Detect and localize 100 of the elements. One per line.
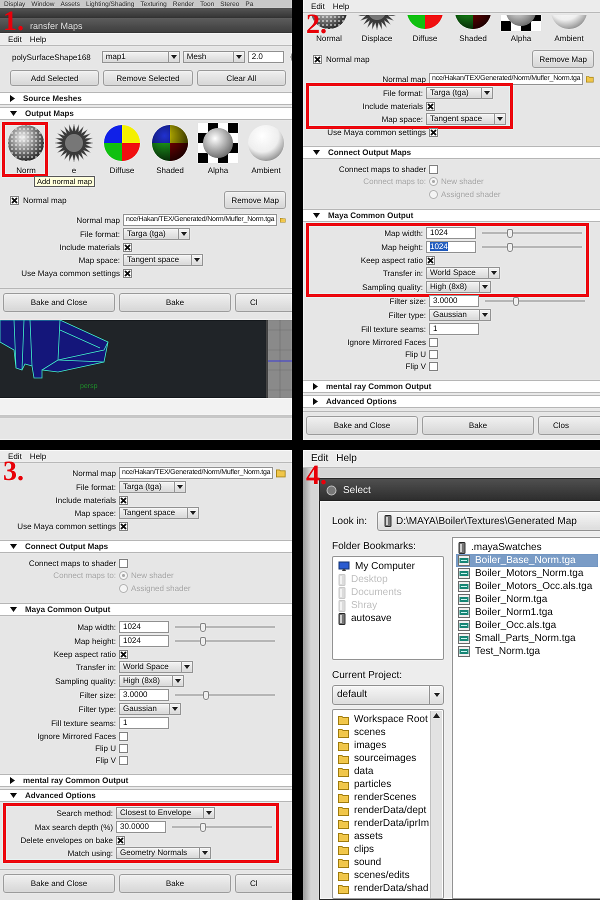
number-field[interactable]: 2.0 bbox=[248, 51, 284, 63]
folder-item[interactable]: scenes bbox=[336, 726, 388, 739]
file-item[interactable]: Boiler_Motors_Norm.tga bbox=[456, 567, 586, 580]
number-field[interactable]: 3.0000 bbox=[429, 295, 479, 307]
dropdown[interactable]: Tangent space bbox=[123, 254, 204, 266]
dropdown[interactable]: Tangent space bbox=[426, 113, 506, 125]
bookmark-item[interactable]: My Computer bbox=[336, 560, 418, 573]
folder-item[interactable]: images bbox=[336, 739, 388, 752]
checkbox[interactable] bbox=[119, 650, 128, 658]
displace-map-icon[interactable] bbox=[357, 15, 397, 31]
section-header[interactable]: Maya Common Output bbox=[0, 603, 292, 616]
alpha-map-icon[interactable] bbox=[501, 15, 541, 31]
menu-item[interactable]: Help bbox=[332, 453, 361, 464]
checkbox[interactable] bbox=[119, 744, 128, 752]
slider-thumb[interactable] bbox=[200, 822, 206, 832]
slider-thumb[interactable] bbox=[507, 242, 514, 252]
close-button[interactable]: Clos bbox=[538, 416, 600, 435]
checkbox[interactable] bbox=[119, 732, 128, 740]
dropdown[interactable]: World Space bbox=[119, 661, 193, 673]
checkbox[interactable] bbox=[119, 522, 128, 530]
checkbox[interactable] bbox=[119, 756, 128, 764]
folder-item[interactable]: assets bbox=[336, 830, 385, 843]
normal-map-icon[interactable] bbox=[6, 123, 46, 163]
section-header[interactable]: Source Meshes bbox=[0, 92, 292, 105]
folder-item[interactable]: Workspace Root bbox=[336, 713, 430, 726]
file-item[interactable]: .mayaSwatches bbox=[456, 541, 544, 554]
folder-item[interactable]: renderData/dept bbox=[336, 804, 428, 817]
section-header[interactable]: mental ray Common Output bbox=[303, 380, 600, 393]
folder-item[interactable]: sourceimages bbox=[336, 752, 418, 765]
alpha-map-icon[interactable] bbox=[198, 123, 238, 163]
action-button[interactable]: Add Selected bbox=[10, 70, 100, 86]
menu-item[interactable]: Edit bbox=[4, 34, 26, 44]
dropdown[interactable]: Gaussian bbox=[429, 309, 491, 321]
folder-icon[interactable] bbox=[276, 468, 286, 478]
file-item[interactable]: Boiler_Norm1.tga bbox=[456, 606, 555, 619]
slider-thumb[interactable] bbox=[200, 622, 206, 632]
checkbox[interactable] bbox=[426, 102, 435, 110]
folder-item[interactable]: renderData/iprIm bbox=[336, 817, 432, 830]
diffuse-map-icon[interactable] bbox=[405, 15, 445, 31]
look-in-dropdown[interactable]: D:\MAYA\Boiler\Textures\Generated Map bbox=[377, 511, 600, 531]
bake-button[interactable]: Bake and Close bbox=[3, 874, 115, 893]
number-field[interactable]: 1 bbox=[429, 323, 479, 335]
close-button[interactable]: Cl bbox=[235, 293, 292, 312]
dropdown[interactable]: Geometry Normals bbox=[116, 847, 212, 859]
number-field[interactable]: 1 bbox=[119, 717, 169, 729]
number-field[interactable]: 1024 bbox=[426, 241, 476, 253]
bake-button[interactable]: Bake bbox=[422, 416, 534, 435]
action-button[interactable]: Clear All bbox=[196, 70, 286, 86]
project-dropdown[interactable]: default bbox=[332, 685, 444, 705]
file-item[interactable]: Test_Norm.tga bbox=[456, 645, 542, 658]
folder-icon[interactable] bbox=[586, 74, 594, 84]
section-header[interactable]: Connect Output Maps bbox=[303, 146, 600, 159]
dropdown[interactable]: High (8x8) bbox=[119, 675, 184, 687]
menu-item[interactable]: Help bbox=[26, 34, 50, 44]
checkbox[interactable] bbox=[429, 350, 438, 358]
checkbox[interactable] bbox=[123, 268, 132, 278]
ambient-map-icon[interactable] bbox=[246, 123, 286, 163]
dropdown[interactable]: map1 bbox=[102, 51, 180, 63]
bake-button[interactable]: Bake and Close bbox=[306, 416, 418, 435]
number-field[interactable]: 1024 bbox=[119, 621, 169, 633]
section-header[interactable]: Advanced Options bbox=[0, 789, 292, 802]
action-button[interactable]: Remove Selected bbox=[103, 70, 193, 86]
checkbox[interactable] bbox=[123, 242, 132, 252]
section-header[interactable]: Maya Common Output bbox=[303, 209, 600, 222]
section-header[interactable]: Output Maps bbox=[0, 107, 292, 120]
ambient-map-icon[interactable] bbox=[549, 15, 589, 31]
slider-thumb[interactable] bbox=[507, 228, 514, 238]
remove-map-button[interactable]: Remove Map bbox=[532, 50, 594, 68]
file-item[interactable]: Small_Parts_Norm.tga bbox=[456, 632, 578, 645]
shaded-map-icon[interactable] bbox=[150, 123, 190, 163]
checkbox[interactable] bbox=[429, 338, 438, 346]
dropdown[interactable]: Mesh bbox=[182, 51, 245, 63]
checkbox[interactable] bbox=[429, 362, 438, 370]
checkbox[interactable] bbox=[119, 558, 128, 568]
number-field[interactable]: 3.0000 bbox=[119, 689, 169, 701]
number-field[interactable]: 1024 bbox=[119, 635, 169, 647]
slider-thumb[interactable] bbox=[203, 690, 210, 700]
shaded-map-icon[interactable] bbox=[453, 15, 493, 31]
file-item[interactable]: Boiler_Norm.tga bbox=[456, 593, 550, 606]
menu-item[interactable]: Help bbox=[26, 452, 50, 460]
close-button[interactable]: Cl bbox=[235, 874, 292, 893]
file-item[interactable]: Boiler_Occ.als.tga bbox=[456, 619, 558, 632]
folder-item[interactable]: scenes/edits bbox=[336, 869, 412, 882]
folder-icon[interactable] bbox=[280, 215, 286, 225]
folder-item[interactable]: renderData/shad bbox=[336, 882, 430, 895]
folder-item[interactable]: particles bbox=[336, 778, 394, 791]
file-item[interactable]: Boiler_Motors_Occ.als.tga bbox=[456, 580, 594, 593]
dropdown[interactable]: Gaussian bbox=[119, 703, 181, 715]
section-header[interactable]: Connect Output Maps bbox=[0, 540, 292, 553]
displace-map-icon[interactable] bbox=[54, 123, 94, 163]
section-header[interactable]: mental ray Common Output bbox=[0, 774, 292, 787]
checkbox[interactable] bbox=[10, 196, 19, 204]
bookmark-item[interactable]: autosave bbox=[336, 612, 394, 625]
number-field[interactable]: 30.0000 bbox=[116, 821, 166, 833]
menu-item[interactable]: Edit bbox=[4, 452, 26, 460]
dropdown[interactable]: High (8x8) bbox=[426, 281, 491, 293]
diffuse-map-icon[interactable] bbox=[102, 123, 142, 163]
folder-item[interactable]: sound bbox=[336, 856, 384, 869]
dropdown[interactable]: Targa (tga) bbox=[426, 87, 493, 99]
menu-item[interactable]: Edit bbox=[307, 2, 329, 10]
